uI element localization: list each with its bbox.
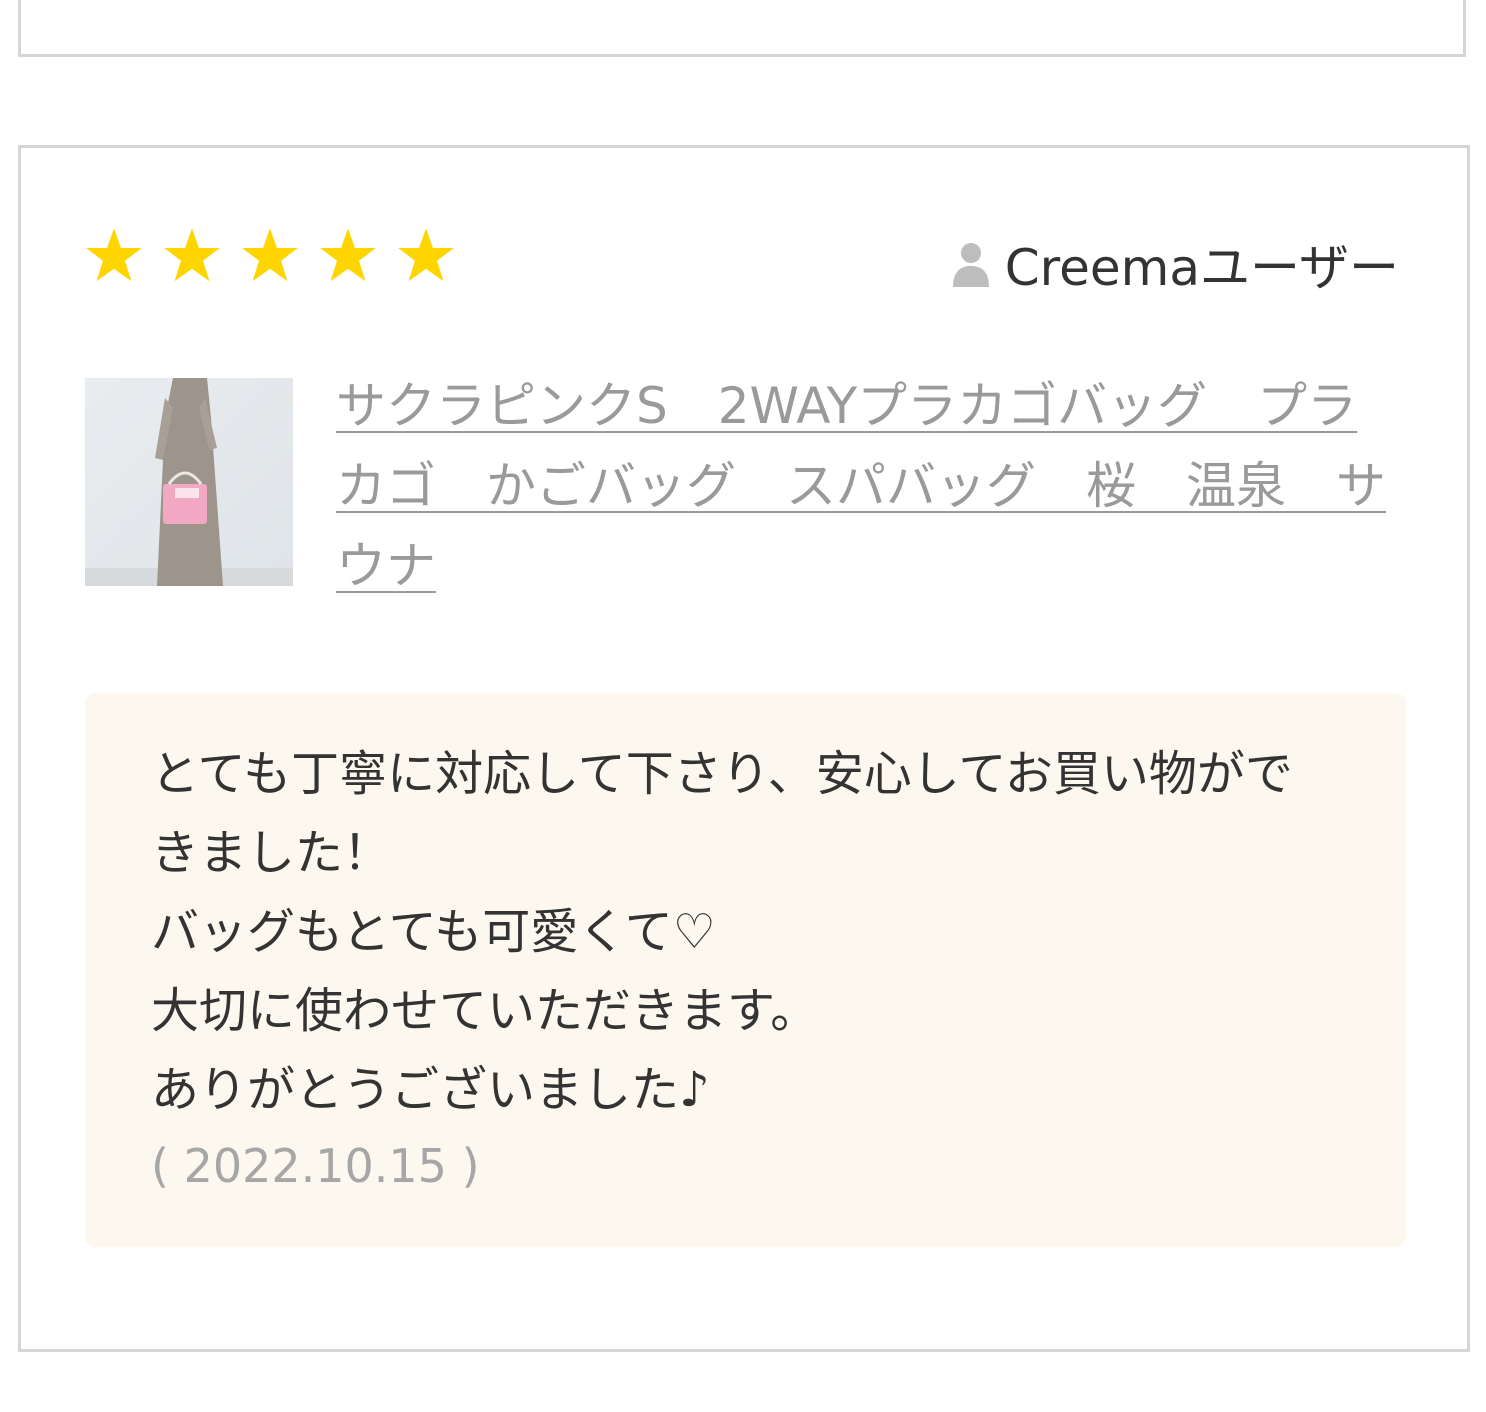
review-card: Creemaユーザー サクラピンクS 2WAYプラカゴバッグ プラカゴ かごバッ… [18,145,1470,1352]
comment-line: とても丁寧に対応して下さり、安心してお買い物がで [151,746,1293,802]
product-title-link[interactable]: サクラピンクS 2WAYプラカゴバッグ プラカゴ かごバッグ スパバッグ 桜 温… [336,366,1396,606]
product-thumbnail[interactable] [85,378,293,586]
previous-review-card [18,0,1466,57]
comment-line: 大切に使わせていただきます。 [151,983,819,1039]
star-icon [320,228,376,282]
review-comment-box: とても丁寧に対応して下さり、安心してお買い物がで きました！ バッグもとても可愛… [85,693,1406,1247]
comment-line: きました！ [151,825,392,881]
comment-line: バッグもとても可愛くて♡ [151,904,716,960]
star-icon [86,228,142,282]
reviewer: Creemaユーザー [951,228,1399,300]
reviewer-name: Creemaユーザー [1004,239,1399,297]
comment-line: ありがとうございました♪ [151,1062,710,1118]
product-row: サクラピンクS 2WAYプラカゴバッグ プラカゴ かごバッグ スパバッグ 桜 温… [85,366,1405,606]
star-icon [398,228,454,282]
user-icon [952,243,989,287]
star-icon [164,228,220,282]
star-rating [85,226,455,284]
review-date: ( 2022.10.15 ) [151,1139,480,1193]
star-icon [242,228,298,282]
